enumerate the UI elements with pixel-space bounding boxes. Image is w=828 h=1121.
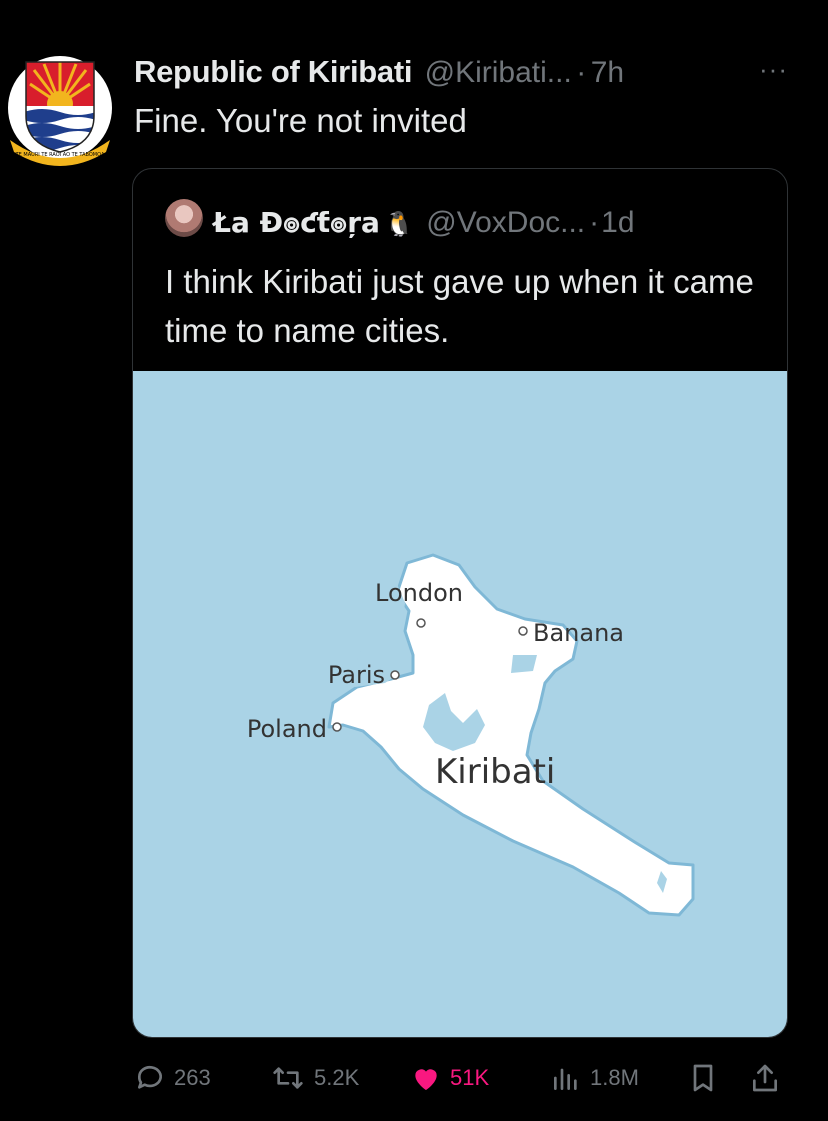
reply-icon bbox=[137, 1065, 162, 1089]
views-button[interactable]: 1.8M bbox=[550, 1062, 639, 1094]
more-options-icon[interactable]: ··· bbox=[759, 54, 788, 85]
quote-time[interactable]: 1d bbox=[601, 206, 634, 239]
city-label-banana: Banana bbox=[533, 619, 624, 647]
separator-dot: · bbox=[589, 206, 600, 239]
repost-icon bbox=[273, 1067, 303, 1089]
view-count: 1.8M bbox=[590, 1065, 639, 1090]
share-icon bbox=[753, 1064, 778, 1092]
author-avatar[interactable]: TE MAURI TE RAOI AO TE TABOMOA bbox=[4, 52, 116, 168]
bookmark-icon bbox=[693, 1064, 713, 1092]
like-count: 51K bbox=[450, 1065, 490, 1090]
city-marker-banana[interactable] bbox=[518, 626, 528, 636]
city-marker-poland[interactable] bbox=[332, 722, 342, 732]
like-button[interactable]: 51K bbox=[410, 1062, 489, 1094]
author-handle[interactable]: @Kiribati... bbox=[425, 56, 572, 89]
quote-text: I think Kiribati just gave up when it ca… bbox=[165, 263, 754, 349]
quoted-tweet[interactable]: Łа Ɖ๏ƈƭ๏ŗа 🐧 @VoxDoc... ·1d I think Kiriba… bbox=[132, 168, 788, 1038]
reply-count: 263 bbox=[174, 1065, 211, 1090]
heart-icon bbox=[415, 1069, 437, 1090]
views-icon bbox=[554, 1068, 577, 1090]
kiribati-seal-icon: TE MAURI TE RAOI AO TE TABOMOA bbox=[8, 56, 112, 166]
city-label-poland: Poland bbox=[247, 715, 327, 743]
penguin-emoji: 🐧 bbox=[383, 211, 414, 238]
tweet-text: Fine. You're not invited bbox=[134, 102, 467, 139]
city-marker-london[interactable] bbox=[416, 618, 426, 628]
svg-text:TE MAURI TE RAOI AO TE TABOMOA: TE MAURI TE RAOI AO TE TABOMOA bbox=[15, 152, 105, 158]
quote-author-avatar[interactable] bbox=[165, 199, 203, 237]
repost-count: 5.2K bbox=[314, 1065, 360, 1090]
separator-dot: · bbox=[576, 56, 587, 89]
city-label-london: London bbox=[375, 579, 463, 607]
quote-author-handle[interactable]: @VoxDoc... bbox=[426, 206, 585, 239]
bookmark-button[interactable] bbox=[688, 1062, 726, 1094]
kiribati-map[interactable]: London Banana Paris Poland Kiribati bbox=[133, 371, 788, 1038]
quote-header: Łа Ɖ๏ƈƭ๏ŗа 🐧 @VoxDoc... ·1d bbox=[213, 201, 635, 245]
tweet-header: Republic of Kiribati @Kiribati... · 7h bbox=[134, 54, 818, 94]
city-marker-paris[interactable] bbox=[390, 670, 400, 680]
quote-author-name[interactable]: Łа Ɖ๏ƈƭ๏ŗа bbox=[213, 206, 380, 239]
repost-button[interactable]: 5.2K bbox=[270, 1062, 359, 1094]
reply-button[interactable]: 263 bbox=[134, 1062, 211, 1094]
country-label: Kiribati bbox=[435, 752, 555, 792]
city-label-paris: Paris bbox=[328, 661, 385, 689]
tweet-time[interactable]: 7h bbox=[591, 56, 624, 89]
share-button[interactable] bbox=[750, 1062, 788, 1094]
author-name[interactable]: Republic of Kiribati bbox=[134, 54, 412, 89]
action-bar: 263 5.2K 51K 1.8M bbox=[0, 1052, 828, 1102]
